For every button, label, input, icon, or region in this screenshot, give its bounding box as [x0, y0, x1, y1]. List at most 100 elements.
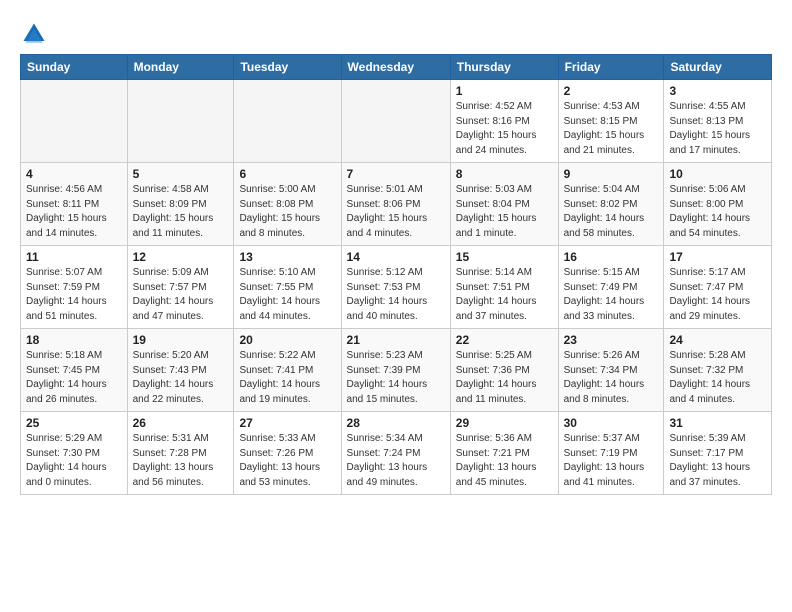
- day-number: 14: [347, 250, 445, 264]
- day-number: 23: [564, 333, 659, 347]
- calendar-cell: 8 Sunrise: 5:03 AMSunset: 8:04 PMDaylight…: [450, 163, 558, 246]
- calendar-cell: 4Sunrise: 4:56 AMSunset: 8:11 PMDaylight…: [21, 163, 128, 246]
- day-info: Sunrise: 4:52 AMSunset: 8:16 PMDaylight:…: [456, 100, 553, 158]
- calendar-cell: 16Sunrise: 5:15 AMSunset: 7:49 PMDayligh…: [558, 246, 664, 329]
- calendar-cell: 25 Sunrise: 5:29 AMSunset: 7:30 PMDayligh…: [21, 412, 128, 495]
- day-number: 26: [133, 416, 229, 430]
- day-number: 15: [456, 250, 553, 264]
- calendar-cell: [341, 80, 450, 163]
- day-number: 11: [26, 250, 122, 264]
- calendar-cell: 21 Sunrise: 5:23 AMSunset: 7:39 PMDayligh…: [341, 329, 450, 412]
- day-info: Sunrise: 4:55 AMSunset: 8:13 PMDaylight:…: [669, 100, 766, 158]
- calendar-cell: 11 Sunrise: 5:07 AMSunset: 7:59 PMDayligh…: [21, 246, 128, 329]
- calendar-cell: 30Sunrise: 5:37 AMSunset: 7:19 PMDayligh…: [558, 412, 664, 495]
- calendar-table: SundayMondayTuesdayWednesdayThursdayFrid…: [20, 54, 772, 495]
- day-info: Sunrise: 5:34 AMSunset: 7:24 PMDaylight:…: [347, 432, 445, 490]
- calendar-week-row: 1 Sunrise: 4:52 AMSunset: 8:16 PMDaylight…: [21, 80, 772, 163]
- day-info: Sunrise: 5:01 AMSunset: 8:06 PMDaylight:…: [347, 183, 445, 241]
- day-info: Sunrise: 5:37 AMSunset: 7:19 PMDaylight:…: [564, 432, 659, 490]
- calendar-cell: [21, 80, 128, 163]
- page: SundayMondayTuesdayWednesdayThursdayFrid…: [0, 0, 792, 505]
- day-info: Sunrise: 5:36 AMSunset: 7:21 PMDaylight:…: [456, 432, 553, 490]
- calendar-week-row: 25 Sunrise: 5:29 AMSunset: 7:30 PMDayligh…: [21, 412, 772, 495]
- day-info: Sunrise: 5:33 AMSunset: 7:26 PMDaylight:…: [239, 432, 335, 490]
- day-info: Sunrise: 5:25 AMSunset: 7:36 PMDaylight:…: [456, 349, 553, 407]
- day-number: 25: [26, 416, 122, 430]
- calendar-cell: 23 Sunrise: 5:26 AMSunset: 7:34 PMDayligh…: [558, 329, 664, 412]
- header: [20, 16, 772, 48]
- logo-icon: [20, 20, 48, 48]
- calendar-cell: 19Sunrise: 5:20 AMSunset: 7:43 PMDayligh…: [127, 329, 234, 412]
- day-info: Sunrise: 5:22 AMSunset: 7:41 PMDaylight:…: [239, 349, 335, 407]
- day-number: 1: [456, 84, 553, 98]
- weekday-header-friday: Friday: [558, 55, 664, 80]
- day-info: Sunrise: 5:29 AMSunset: 7:30 PMDaylight:…: [26, 432, 122, 490]
- calendar-cell: 5 Sunrise: 4:58 AMSunset: 8:09 PMDaylight…: [127, 163, 234, 246]
- weekday-header-saturday: Saturday: [664, 55, 772, 80]
- day-info: Sunrise: 4:53 AMSunset: 8:15 PMDaylight:…: [564, 100, 659, 158]
- weekday-header-sunday: Sunday: [21, 55, 128, 80]
- calendar-cell: 9 Sunrise: 5:04 AMSunset: 8:02 PMDaylight…: [558, 163, 664, 246]
- calendar-cell: 7 Sunrise: 5:01 AMSunset: 8:06 PMDaylight…: [341, 163, 450, 246]
- calendar-cell: 14Sunrise: 5:12 AMSunset: 7:53 PMDayligh…: [341, 246, 450, 329]
- day-number: 5: [133, 167, 229, 181]
- day-number: 22: [456, 333, 553, 347]
- day-info: Sunrise: 5:14 AMSunset: 7:51 PMDaylight:…: [456, 266, 553, 324]
- calendar-week-row: 11 Sunrise: 5:07 AMSunset: 7:59 PMDayligh…: [21, 246, 772, 329]
- day-info: Sunrise: 5:06 AMSunset: 8:00 PMDaylight:…: [669, 183, 766, 241]
- day-number: 28: [347, 416, 445, 430]
- weekday-header-monday: Monday: [127, 55, 234, 80]
- day-number: 3: [669, 84, 766, 98]
- day-number: 21: [347, 333, 445, 347]
- calendar-cell: 22 Sunrise: 5:25 AMSunset: 7:36 PMDayligh…: [450, 329, 558, 412]
- calendar-cell: 3 Sunrise: 4:55 AMSunset: 8:13 PMDaylight…: [664, 80, 772, 163]
- calendar-cell: 13Sunrise: 5:10 AMSunset: 7:55 PMDayligh…: [234, 246, 341, 329]
- day-info: Sunrise: 5:31 AMSunset: 7:28 PMDaylight:…: [133, 432, 229, 490]
- calendar-cell: 2 Sunrise: 4:53 AMSunset: 8:15 PMDaylight…: [558, 80, 664, 163]
- calendar-cell: 15 Sunrise: 5:14 AMSunset: 7:51 PMDayligh…: [450, 246, 558, 329]
- day-info: Sunrise: 5:18 AMSunset: 7:45 PMDaylight:…: [26, 349, 122, 407]
- day-number: 10: [669, 167, 766, 181]
- day-info: Sunrise: 5:26 AMSunset: 7:34 PMDaylight:…: [564, 349, 659, 407]
- weekday-header-wednesday: Wednesday: [341, 55, 450, 80]
- day-number: 9: [564, 167, 659, 181]
- calendar-cell: 20 Sunrise: 5:22 AMSunset: 7:41 PMDayligh…: [234, 329, 341, 412]
- day-info: Sunrise: 5:04 AMSunset: 8:02 PMDaylight:…: [564, 183, 659, 241]
- calendar-cell: [127, 80, 234, 163]
- day-info: Sunrise: 5:07 AMSunset: 7:59 PMDaylight:…: [26, 266, 122, 324]
- calendar-week-row: 18 Sunrise: 5:18 AMSunset: 7:45 PMDayligh…: [21, 329, 772, 412]
- day-number: 12: [133, 250, 229, 264]
- day-info: Sunrise: 4:58 AMSunset: 8:09 PMDaylight:…: [133, 183, 229, 241]
- day-number: 17: [669, 250, 766, 264]
- day-number: 7: [347, 167, 445, 181]
- day-number: 18: [26, 333, 122, 347]
- calendar-week-row: 4Sunrise: 4:56 AMSunset: 8:11 PMDaylight…: [21, 163, 772, 246]
- day-info: Sunrise: 5:23 AMSunset: 7:39 PMDaylight:…: [347, 349, 445, 407]
- day-info: Sunrise: 5:09 AMSunset: 7:57 PMDaylight:…: [133, 266, 229, 324]
- calendar-cell: 29 Sunrise: 5:36 AMSunset: 7:21 PMDayligh…: [450, 412, 558, 495]
- day-number: 2: [564, 84, 659, 98]
- day-number: 6: [239, 167, 335, 181]
- day-number: 24: [669, 333, 766, 347]
- weekday-header-tuesday: Tuesday: [234, 55, 341, 80]
- calendar-cell: 31Sunrise: 5:39 AMSunset: 7:17 PMDayligh…: [664, 412, 772, 495]
- calendar-cell: 12 Sunrise: 5:09 AMSunset: 7:57 PMDayligh…: [127, 246, 234, 329]
- day-number: 29: [456, 416, 553, 430]
- day-number: 27: [239, 416, 335, 430]
- day-number: 13: [239, 250, 335, 264]
- calendar-cell: 17Sunrise: 5:17 AMSunset: 7:47 PMDayligh…: [664, 246, 772, 329]
- weekday-header-thursday: Thursday: [450, 55, 558, 80]
- day-info: Sunrise: 4:56 AMSunset: 8:11 PMDaylight:…: [26, 183, 122, 241]
- day-info: Sunrise: 5:03 AMSunset: 8:04 PMDaylight:…: [456, 183, 553, 241]
- calendar-cell: 28 Sunrise: 5:34 AMSunset: 7:24 PMDayligh…: [341, 412, 450, 495]
- day-number: 16: [564, 250, 659, 264]
- calendar-cell: 1 Sunrise: 4:52 AMSunset: 8:16 PMDaylight…: [450, 80, 558, 163]
- calendar-cell: [234, 80, 341, 163]
- day-number: 19: [133, 333, 229, 347]
- day-number: 20: [239, 333, 335, 347]
- calendar-cell: 10 Sunrise: 5:06 AMSunset: 8:00 PMDayligh…: [664, 163, 772, 246]
- day-number: 8: [456, 167, 553, 181]
- logo: [20, 20, 52, 48]
- day-info: Sunrise: 5:00 AMSunset: 8:08 PMDaylight:…: [239, 183, 335, 241]
- day-number: 31: [669, 416, 766, 430]
